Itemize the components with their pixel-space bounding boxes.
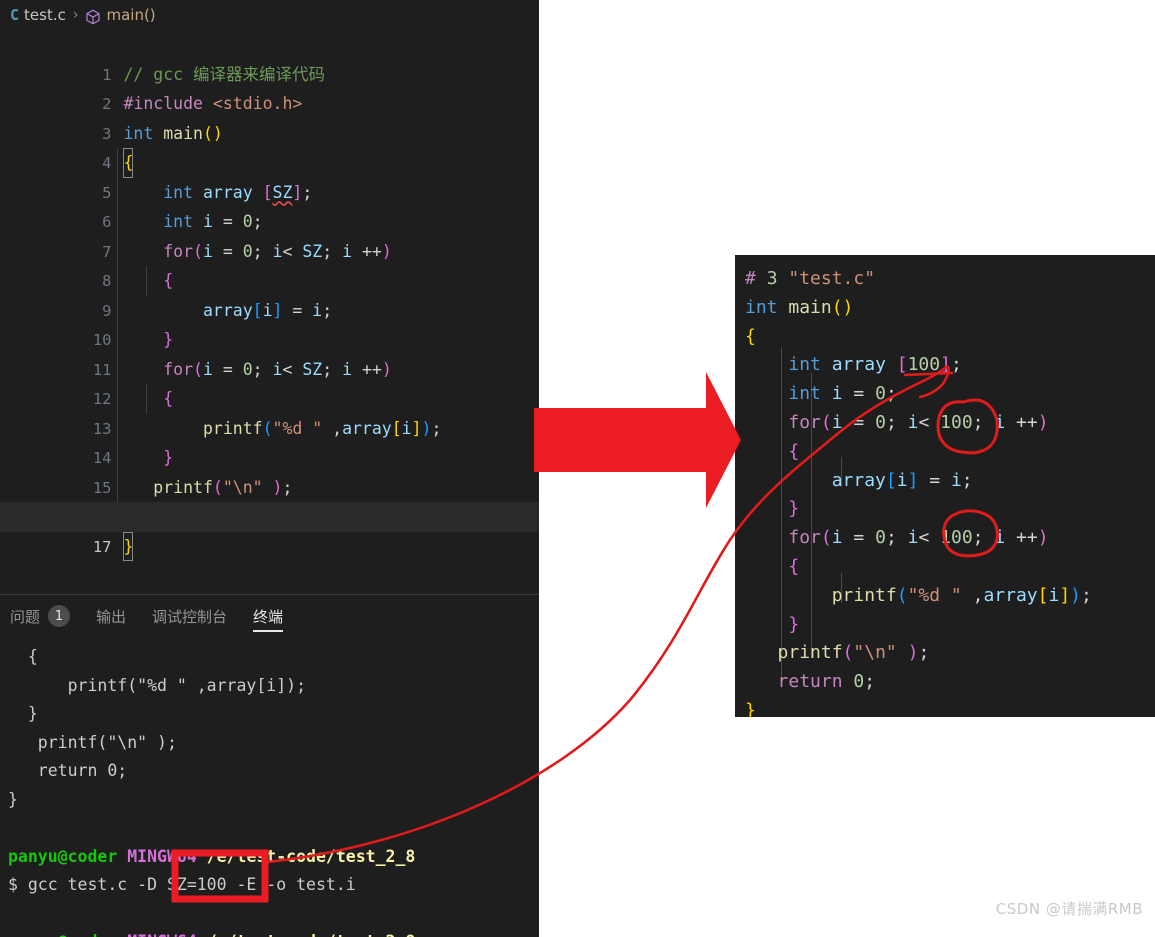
terminal-line: } <box>8 704 38 723</box>
terminal-prompt-line: panyu@coder MINGW64 /e/test-code/test_2_… <box>8 843 539 872</box>
card-code-line: int main() <box>745 296 854 318</box>
active-tab-indicator <box>253 630 284 632</box>
prompt-dollar: $ <box>8 875 18 894</box>
code-line[interactable]: 17} <box>0 502 539 561</box>
terminal-output[interactable]: { printf("%d " ,array[i]); } printf("\n"… <box>0 643 539 937</box>
terminal-line: { <box>8 647 38 666</box>
terminal-line: printf("\n" ); <box>8 732 177 752</box>
prompt-user-host: panyu@coder <box>8 846 118 866</box>
prompt-path: /e/test-code/test_2_8 <box>206 846 416 866</box>
card-code-line: } <box>788 613 800 635</box>
code-line[interactable]: 5 int array [SZ]; <box>0 148 539 202</box>
code-line[interactable]: 15 printf("\n" ); <box>0 443 539 497</box>
csdn-watermark: CSDN @请揣满RMB <box>995 900 1143 918</box>
panel-tab-list: 问题 1 输出 调试控制台 终端 <box>0 595 539 637</box>
tab-problems-label: 问题 <box>10 607 41 626</box>
tab-output[interactable]: 输出 <box>96 595 126 637</box>
problems-count-badge: 1 <box>48 605 71 627</box>
screenshot-root: C test.c › main() 1// gcc 编译器来编译代码 2 #inc… <box>0 0 1155 937</box>
breadcrumb[interactable]: C test.c › main() <box>0 0 539 30</box>
code-editor[interactable]: 1// gcc 编译器来编译代码 2 #include <stdio.h> 3 in… <box>0 30 539 595</box>
card-code-line: printf("\n" ); <box>777 642 930 664</box>
code-line[interactable]: 13 printf("%d " ,array[i]); <box>0 384 539 438</box>
card-code-line: { <box>788 440 800 462</box>
bottom-panel: 问题 1 输出 调试控制台 终端 { printf("%d " ,array[i… <box>0 595 539 937</box>
card-code-line: for(i = 0; i< 100; i ++) <box>788 411 1049 433</box>
prompt-shell: MINGW64 <box>127 846 197 866</box>
line-number: 17 <box>92 537 112 556</box>
tab-debug-console[interactable]: 调试控制台 <box>152 595 227 637</box>
code-line[interactable]: 14 } <box>0 414 539 467</box>
tab-debug-console-label: 调试控制台 <box>152 607 228 626</box>
card-code-line: { <box>788 555 800 577</box>
code-line[interactable]: 6 int i = 0; <box>0 178 539 231</box>
code-line[interactable]: 10 } <box>0 296 539 349</box>
code-line[interactable]: 16 return 0; <box>0 473 539 526</box>
command-text: gcc test.c -D SZ=100 -E -o test.i <box>27 875 356 894</box>
tab-output-label: 输出 <box>96 607 127 626</box>
vscode-window: C test.c › main() 1// gcc 编译器来编译代码 2 #inc… <box>0 0 539 937</box>
cube-icon <box>85 9 101 25</box>
card-code-line: int i = 0; <box>788 383 897 405</box>
terminal-prompt-line: panyu@coder MINGW64 /e/test-code/test_2_… <box>8 928 539 937</box>
card-code-line: } <box>788 498 800 520</box>
code-line[interactable]: 3 int main() <box>0 89 539 143</box>
code-line[interactable]: 2 #include <stdio.h> <box>0 60 539 113</box>
tab-problems[interactable]: 问题 1 <box>10 595 71 637</box>
card-code-line: # 3 "test.c" <box>745 268 876 289</box>
code-line[interactable]: 8 { <box>0 237 539 290</box>
card-code-line: printf("%d " ,array[i]); <box>831 584 1092 606</box>
terminal-line: return 0; <box>8 761 128 780</box>
code-line[interactable]: 4{ <box>0 119 539 178</box>
terminal-line: } <box>8 789 18 809</box>
card-code-line: for(i = 0; i< 100; i ++) <box>788 527 1049 549</box>
c-language-icon: C <box>10 6 20 24</box>
tab-terminal-label: 终端 <box>253 607 284 626</box>
card-code-block: # 3 "test.c" int main() { int array [100… <box>745 265 1092 717</box>
code-line[interactable]: 1// gcc 编译器来编译代码 <box>0 30 539 84</box>
card-code-line: array[i] = i; <box>831 469 973 491</box>
line-content[interactable]: } <box>123 531 134 561</box>
breadcrumb-file[interactable]: test.c <box>24 6 66 24</box>
card-code-line: int array [100]; <box>788 354 962 376</box>
prompt-shell: MINGW64 <box>127 932 197 937</box>
card-code-line: return 0; <box>777 671 876 693</box>
terminal-command-line[interactable]: $ gcc test.c -D SZ=100 -E -o test.i <box>8 871 539 900</box>
card-code-line: } <box>745 699 756 717</box>
breadcrumb-symbol[interactable]: main() <box>106 6 155 24</box>
code-line[interactable]: 9 array[i] = i; <box>0 266 539 320</box>
card-code-line: { <box>745 325 756 347</box>
code-line[interactable]: 12 { <box>0 355 539 408</box>
chevron-right-icon: › <box>72 7 79 23</box>
prompt-path: /e/test-code/test_2_8 <box>207 932 416 937</box>
tab-terminal[interactable]: 终端 <box>253 595 284 637</box>
red-right-arrow-icon <box>534 372 741 508</box>
code-line[interactable]: 11 for(i = 0; i< SZ; i ++) <box>0 325 539 379</box>
prompt-user-host: panyu@coder <box>8 932 117 937</box>
terminal-line: printf("%d " ,array[i]); <box>8 675 307 695</box>
code-line[interactable]: 7 for(i = 0; i< SZ; i ++) <box>0 207 539 261</box>
preprocessed-code-card: # 3 "test.c" int main() { int array [100… <box>735 255 1155 717</box>
